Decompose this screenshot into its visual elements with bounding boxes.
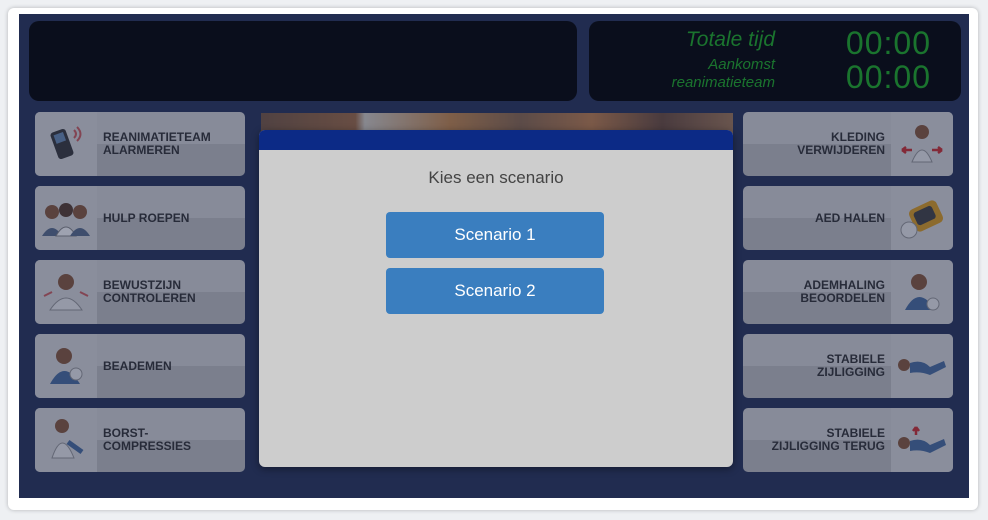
scenario-2-button[interactable]: Scenario 2 [386, 268, 604, 314]
dialog-header [259, 130, 733, 150]
scenario-1-button[interactable]: Scenario 1 [386, 212, 604, 258]
dialog-title: Kies een scenario [428, 168, 564, 187]
app-area: Totale tijd Aankomst reanimatieteam 00:0… [19, 14, 969, 498]
scenario-dialog: Kies een scenario Scenario 1 Scenario 2 [259, 130, 733, 467]
